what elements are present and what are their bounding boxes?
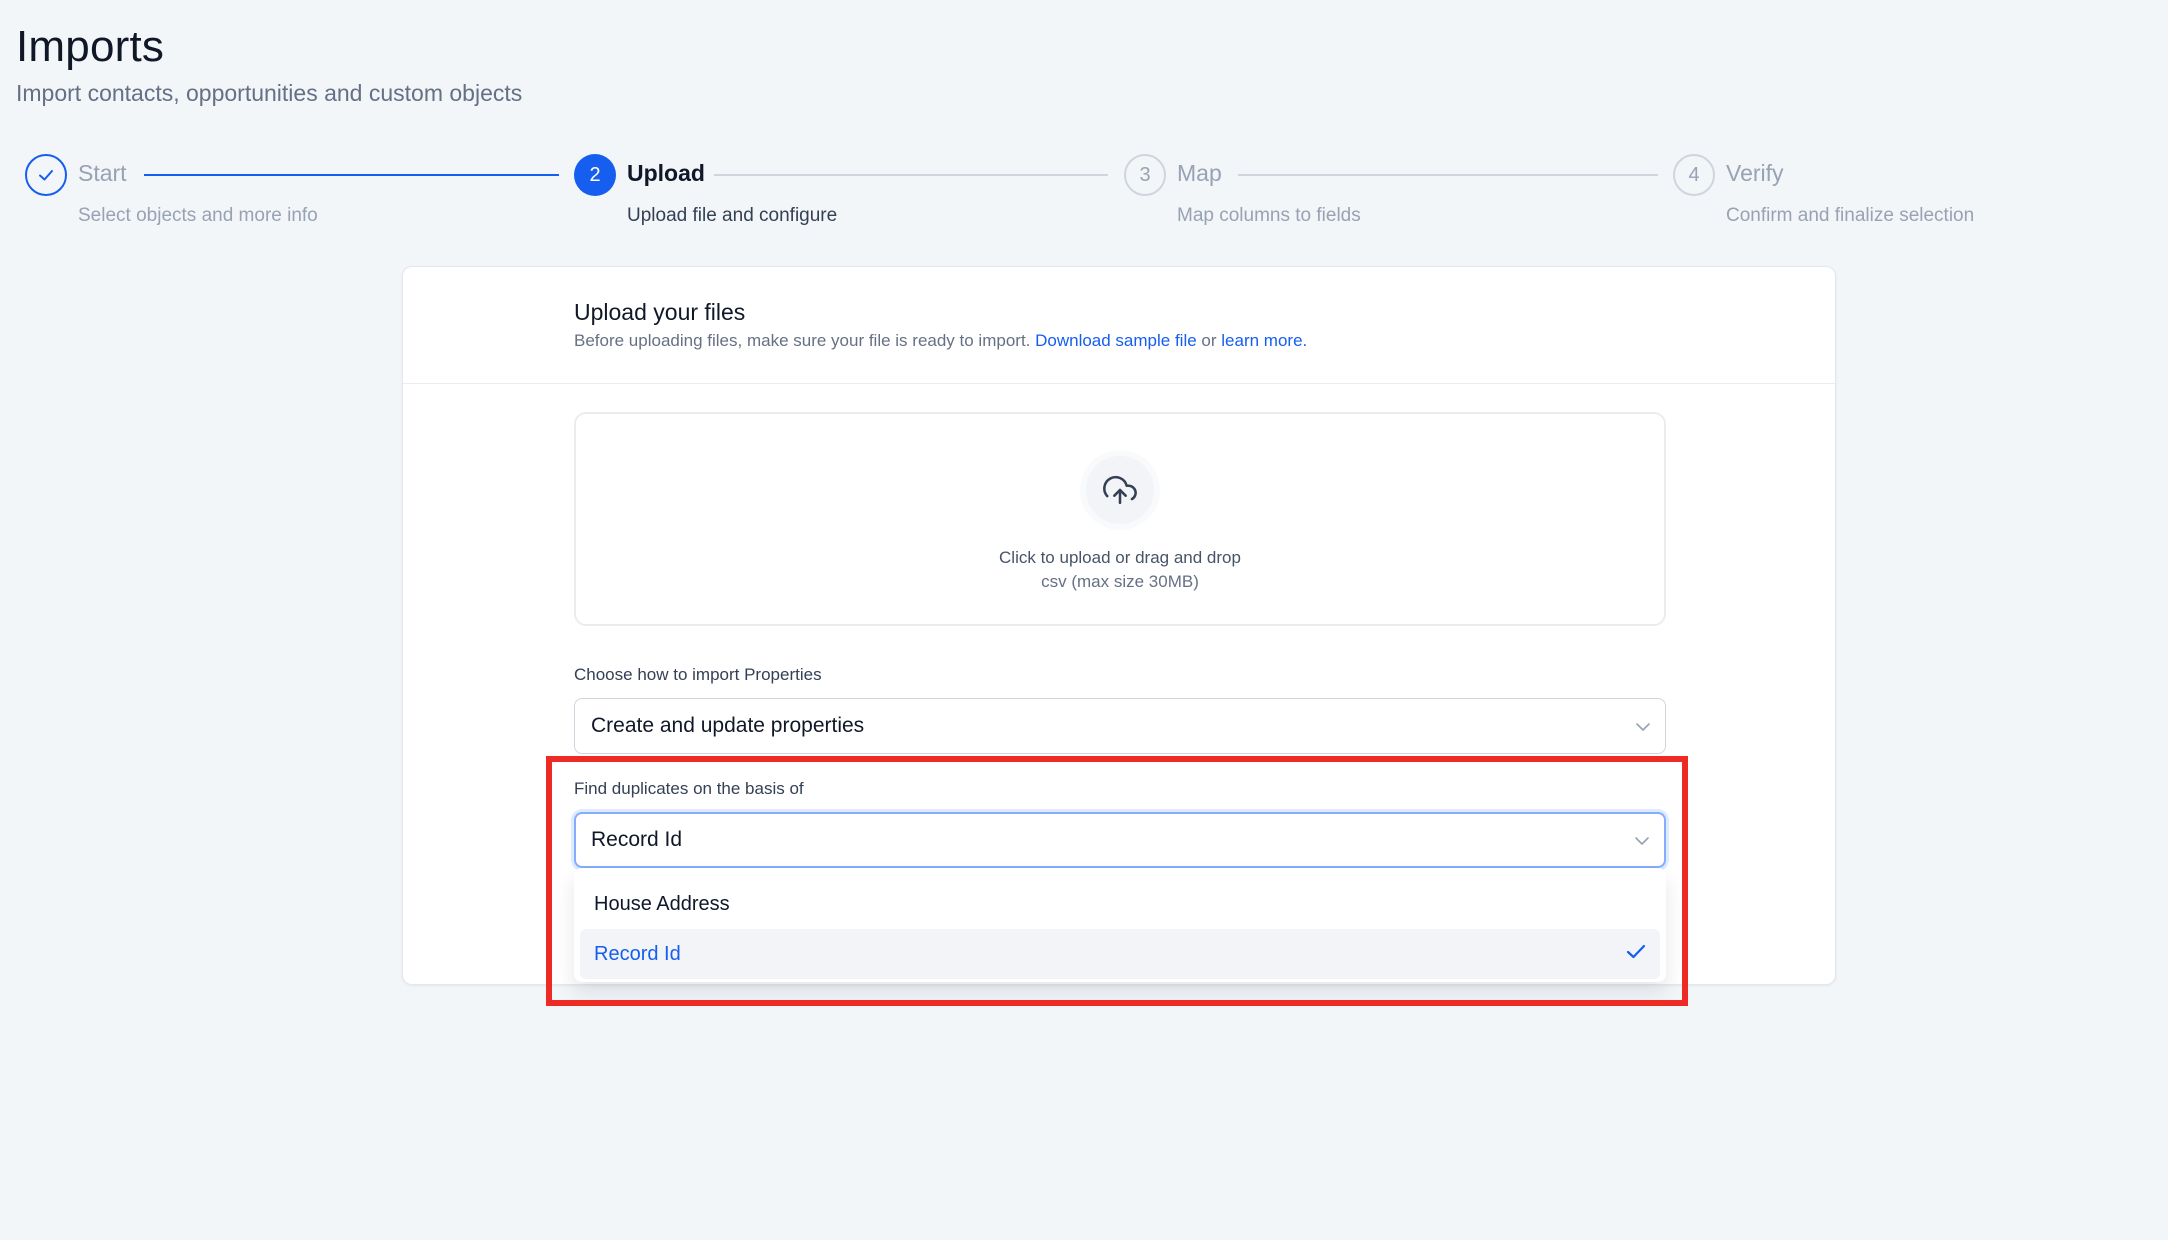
file-dropzone[interactable]: Click to upload or drag and drop csv (ma… (574, 412, 1666, 626)
chevron-down-icon (1634, 828, 1650, 852)
download-sample-link[interactable]: Download sample file (1035, 331, 1197, 350)
step-connector-1 (144, 174, 559, 176)
page-title: Imports (16, 22, 165, 71)
upload-help-prefix: Before uploading files, make sure your f… (574, 331, 1036, 350)
duplicates-dropdown-list: House Address Record Id (574, 868, 1666, 982)
import-mode-select[interactable]: Create and update properties (574, 698, 1666, 754)
step-upload-description: Upload file and configure (627, 205, 838, 226)
step-upload-label[interactable]: Upload (627, 160, 705, 187)
step-start-check-icon[interactable] (25, 154, 67, 196)
check-icon (1626, 943, 1646, 966)
upload-title: Upload your files (574, 299, 746, 325)
step-map-label[interactable]: Map (1177, 160, 1222, 187)
dropdown-option-house-address[interactable]: House Address (580, 879, 1660, 929)
card-header: Upload your files Before uploading files… (403, 267, 1835, 384)
step-verify-label[interactable]: Verify (1726, 160, 1784, 187)
step-map-number[interactable]: 3 (1124, 154, 1166, 196)
step-start-label[interactable]: Start (78, 160, 127, 187)
step-connector-3 (1238, 174, 1658, 176)
upload-cloud-icon (1080, 450, 1160, 530)
page-subtitle: Import contacts, opportunities and custo… (16, 80, 523, 106)
import-stepper: Start Select objects and more info 2 Upl… (0, 150, 2168, 240)
step-map-description: Map columns to fields (1177, 205, 1361, 226)
dropzone-title: Click to upload or drag and drop (999, 548, 1241, 567)
step-upload-number[interactable]: 2 (574, 154, 616, 196)
duplicates-select[interactable]: Record Id (574, 812, 1666, 868)
import-mode-value: Create and update properties (591, 714, 865, 737)
step-start-description: Select objects and more info (78, 205, 318, 226)
upload-help-text: Before uploading files, make sure your f… (574, 331, 1307, 351)
step-connector-2 (714, 174, 1108, 176)
learn-more-link[interactable]: learn more. (1221, 331, 1307, 350)
dropdown-option-record-id[interactable]: Record Id (580, 929, 1660, 979)
dropzone-subtitle: csv (max size 30MB) (1041, 572, 1199, 591)
import-mode-label: Choose how to import Properties (574, 665, 822, 684)
option-label: Record Id (594, 942, 681, 965)
duplicates-value: Record Id (591, 828, 683, 851)
chevron-down-icon (1635, 714, 1651, 738)
option-label: House Address (594, 892, 730, 915)
step-verify-description: Confirm and finalize selection (1726, 205, 1975, 226)
duplicates-label: Find duplicates on the basis of (574, 779, 804, 798)
upload-help-or: or (1196, 331, 1222, 350)
step-verify-number[interactable]: 4 (1673, 154, 1715, 196)
